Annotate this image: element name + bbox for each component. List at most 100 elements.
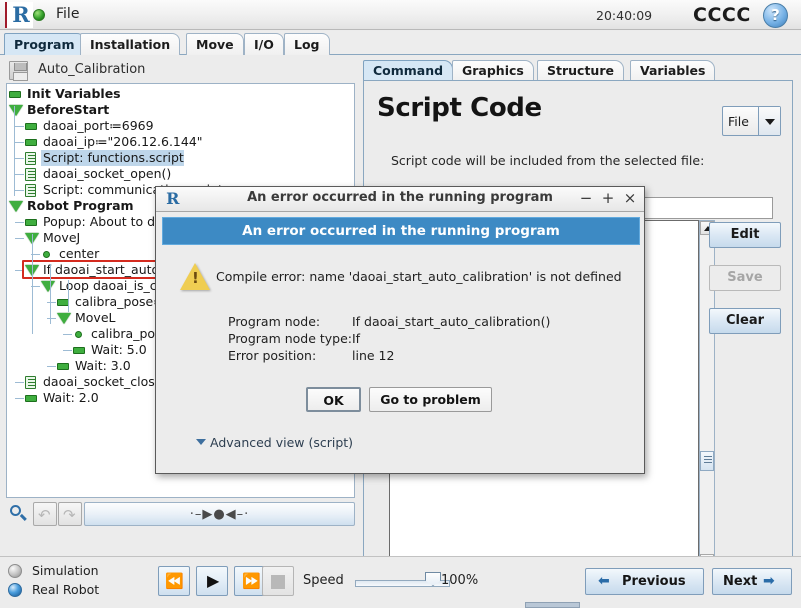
dialog-message: Compile error: name 'daoai_start_auto_ca… xyxy=(216,269,622,284)
advanced-view-link[interactable]: Advanced view (script) xyxy=(196,435,353,450)
tree-node-label: center xyxy=(59,246,100,261)
tree-node[interactable]: daoai_socket_open() xyxy=(25,166,171,182)
tree-connector xyxy=(15,174,24,175)
robot-name-label: CCCC xyxy=(693,4,751,26)
undo-arrow-icon[interactable]: ↶ xyxy=(33,502,57,526)
script-icon xyxy=(25,376,36,389)
chevron-down-icon[interactable] xyxy=(758,107,780,135)
dash-icon xyxy=(57,363,69,370)
tree-node-label: Script: functions.script xyxy=(41,150,184,166)
tab-structure[interactable]: Structure xyxy=(537,60,624,81)
tree-node[interactable]: Wait: 2.0 xyxy=(25,390,99,406)
tab-io[interactable]: I/O xyxy=(244,33,284,55)
robot-mode-radiogroup: Simulation Real Robot xyxy=(8,561,99,599)
tab-variables[interactable]: Variables xyxy=(630,60,716,81)
dash-icon xyxy=(25,219,37,226)
tree-node[interactable]: BeforeStart xyxy=(9,102,109,118)
program-titlebar: Auto_Calibration xyxy=(6,60,354,82)
tree-node[interactable]: Script: functions.script xyxy=(25,150,184,166)
close-icon[interactable]: × xyxy=(622,191,638,206)
minimize-icon[interactable]: − xyxy=(578,191,594,206)
tree-connector xyxy=(15,398,24,399)
radio-real-robot-label: Real Robot xyxy=(32,582,100,597)
rewind-button[interactable]: ⏪ xyxy=(158,566,190,596)
vertical-scroll-thumb[interactable] xyxy=(700,451,714,471)
tree-node[interactable]: Wait: 5.0 xyxy=(73,342,147,358)
tree-connector xyxy=(15,190,24,191)
tab-program[interactable]: Program xyxy=(4,33,85,55)
tree-node[interactable]: daoai_socket_close() xyxy=(25,374,172,390)
tree-connector xyxy=(63,350,72,351)
triangle-icon xyxy=(41,281,55,292)
tree-node[interactable]: Robot Program xyxy=(9,198,134,214)
next-button[interactable]: Next ➡ xyxy=(712,568,792,595)
radio-icon xyxy=(8,564,22,578)
save-file-icon[interactable] xyxy=(9,61,28,81)
detail-value: line 12 xyxy=(352,348,395,363)
radio-real-robot[interactable]: Real Robot xyxy=(8,580,99,599)
play-button[interactable]: ▶ xyxy=(196,566,228,596)
tree-connector xyxy=(15,142,24,143)
file-menu-button[interactable]: File xyxy=(56,6,79,22)
playhead-icon: ·–▶●◀–· xyxy=(189,507,250,522)
script-mode-select[interactable]: File xyxy=(722,106,781,136)
tree-spine xyxy=(50,264,51,324)
error-dialog: R An error occurred in the running progr… xyxy=(155,186,645,474)
detail-value: If xyxy=(352,331,361,346)
chevron-down-icon xyxy=(196,439,206,445)
speed-value-label: 100% xyxy=(441,573,479,588)
tree-node[interactable]: Init Variables xyxy=(9,86,121,102)
tree-connector xyxy=(15,382,24,383)
detail-row: Program node type:If xyxy=(228,330,550,347)
tree-node[interactable]: MoveL xyxy=(57,310,116,326)
previous-label: Previous xyxy=(622,574,686,589)
tree-node[interactable]: daoai_ip≔"206.12.6.144" xyxy=(25,134,203,150)
tree-node[interactable]: Wait: 3.0 xyxy=(57,358,131,374)
tree-connector xyxy=(15,126,24,127)
tree-node-label: Wait: 2.0 xyxy=(43,390,99,405)
tree-node-label: daoai_socket_close() xyxy=(43,374,173,389)
tree-connector xyxy=(47,302,56,303)
main-tab-bar: Program Installation Move I/O Log xyxy=(0,31,801,55)
program-position-slider[interactable]: ·–▶●◀–· xyxy=(84,502,355,526)
tree-node-label: daoai_port≔6969 xyxy=(43,118,154,133)
radio-selected-icon xyxy=(8,583,22,597)
edit-button[interactable]: Edit xyxy=(709,222,781,248)
tab-log[interactable]: Log xyxy=(284,33,330,55)
tab-command[interactable]: Command xyxy=(363,60,454,81)
tree-node[interactable]: center xyxy=(41,246,99,262)
script-mode-value: File xyxy=(728,114,749,129)
script-hint-label: Script code will be included from the se… xyxy=(391,153,705,168)
triangle-icon xyxy=(57,313,71,324)
radio-simulation-label: Simulation xyxy=(32,563,99,578)
detail-key: Error position: xyxy=(228,348,317,363)
tab-move[interactable]: Move xyxy=(186,33,244,55)
tree-node-label: daoai_ip≔"206.12.6.144" xyxy=(43,134,203,149)
top-header: R File 20:40:09 CCCC ? xyxy=(0,0,801,30)
previous-button[interactable]: ⬅ Previous xyxy=(585,568,704,595)
tree-connector xyxy=(47,318,56,319)
radio-simulation[interactable]: Simulation xyxy=(8,561,99,580)
tree-node[interactable]: daoai_port≔6969 xyxy=(25,118,154,134)
tree-node[interactable]: MoveJ xyxy=(25,230,80,246)
detail-row: Error position: line 12 xyxy=(228,347,550,364)
detail-value: If daoai_start_auto_calibration() xyxy=(352,314,551,329)
clear-button[interactable]: Clear xyxy=(709,308,781,334)
detail-key: Program node: xyxy=(228,314,321,329)
tree-node-label: Init Variables xyxy=(27,86,121,101)
go-to-problem-button[interactable]: Go to problem xyxy=(369,387,492,412)
dialog-title-label: An error occurred in the running program xyxy=(247,190,553,205)
tab-installation[interactable]: Installation xyxy=(80,33,181,55)
dialog-banner: An error occurred in the running program xyxy=(162,217,640,245)
dash-icon xyxy=(73,347,85,354)
help-icon[interactable]: ? xyxy=(763,3,788,28)
triangle-icon xyxy=(9,105,23,116)
ok-button[interactable]: OK xyxy=(306,387,361,412)
redo-arrow-icon[interactable]: ↷ xyxy=(58,502,82,526)
search-icon[interactable] xyxy=(6,502,30,526)
warning-triangle-icon xyxy=(180,263,210,290)
taskbar-indicator xyxy=(525,602,580,608)
maximize-icon[interactable]: + xyxy=(600,191,616,206)
dialog-titlebar[interactable]: R An error occurred in the running progr… xyxy=(156,187,644,212)
tab-graphics[interactable]: Graphics xyxy=(452,60,534,81)
